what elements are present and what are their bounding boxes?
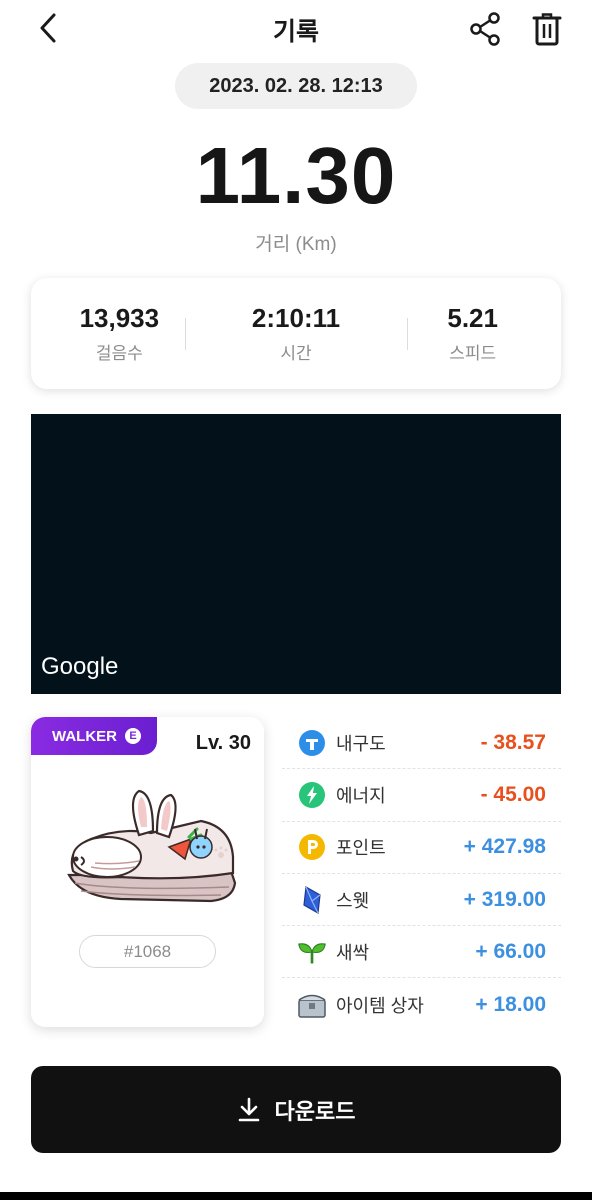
trash-icon [532, 13, 562, 46]
reward-value: - 38.57 [480, 730, 546, 754]
reward-value: - 45.00 [480, 782, 546, 806]
grade-label: WALKER [52, 727, 117, 745]
rabbit-sneaker-image [67, 789, 237, 903]
durability-icon [297, 728, 327, 758]
time-value: 2:10:11 [251, 303, 341, 333]
speed-value: 5.21 [447, 303, 498, 333]
item-box-icon [297, 990, 327, 1020]
reward-value: + 66.00 [475, 939, 546, 963]
reward-name: 스웻 [336, 890, 370, 911]
sneaker-card[interactable]: WALKER E Lv. 30 #1068 [31, 717, 264, 1027]
reward-row-item-box: 아이템 상자 + 18.00 [282, 978, 561, 1030]
reward-row-energy: 에너지 - 45.00 [282, 769, 561, 822]
rewards-list: 내구도 - 38.57 에너지 - 45.00 포인트 + 427.98 스웻 … [282, 717, 561, 1031]
record-datetime: 2023. 02. 28. 12:13 [175, 63, 417, 109]
reward-row-point: 포인트 + 427.98 [282, 822, 561, 874]
reward-value: + 18.00 [475, 992, 546, 1016]
reward-name: 아이템 상자 [336, 995, 424, 1016]
stat-speed: 5.21 스피드 [384, 278, 561, 389]
grade-letter-badge: E [125, 728, 141, 744]
route-map[interactable]: Google [31, 414, 561, 694]
speed-label: 스피드 [449, 344, 497, 363]
distance-label: 거리 (Km) [255, 234, 337, 255]
sprout-icon [297, 937, 327, 967]
stat-time: 2:10:11 시간 [208, 278, 385, 389]
stat-steps: 13,933 걸음수 [31, 278, 208, 389]
token-id-badge: #1068 [79, 935, 216, 968]
steps-label: 걸음수 [95, 344, 143, 363]
stat-divider [185, 318, 186, 350]
share-icon [470, 12, 500, 46]
distance-value: 11.30 [195, 131, 397, 220]
grade-badge: WALKER E [31, 717, 157, 755]
point-icon [297, 832, 327, 862]
steps-value: 13,933 [79, 303, 160, 333]
reward-value: + 427.98 [463, 835, 546, 859]
time-label: 시간 [280, 344, 312, 363]
delete-button[interactable] [528, 10, 566, 48]
reward-name: 내구도 [336, 733, 386, 754]
download-button[interactable]: 다운로드 [31, 1066, 561, 1153]
system-nav-bar [0, 1192, 592, 1200]
reward-name: 포인트 [336, 838, 386, 859]
google-attribution: Google [41, 653, 119, 680]
share-button[interactable] [466, 10, 504, 48]
sweat-gem-icon [297, 885, 327, 915]
sneaker-level: Lv. 30 [195, 732, 251, 754]
stats-card: 13,933 걸음수 2:10:11 시간 5.21 스피드 [31, 278, 561, 389]
reward-name: 새싹 [336, 942, 370, 963]
download-icon [237, 1097, 261, 1123]
reward-row-sweat: 스웻 + 319.00 [282, 874, 561, 927]
reward-row-sprout: 새싹 + 66.00 [282, 926, 561, 979]
reward-name: 에너지 [336, 785, 386, 806]
download-label: 다운로드 [274, 1098, 356, 1124]
header: 기록 [0, 0, 592, 58]
energy-icon [297, 780, 327, 810]
reward-row-durability: 내구도 - 38.57 [282, 717, 561, 770]
reward-value: + 319.00 [463, 887, 546, 911]
